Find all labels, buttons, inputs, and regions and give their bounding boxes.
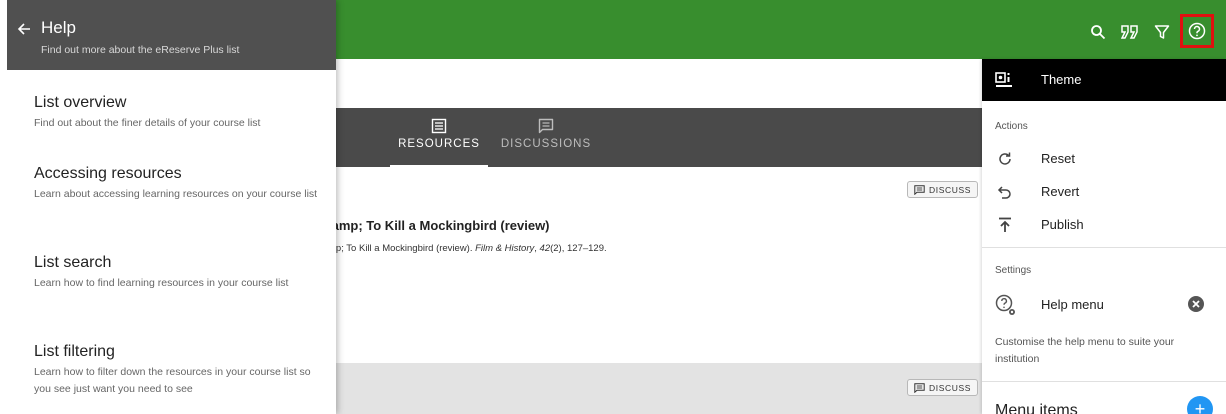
resource-card: DISCUSS (336, 363, 982, 414)
reset-action[interactable]: Reset (982, 142, 1226, 175)
comment-icon (914, 184, 925, 195)
help-item-accessing-resources[interactable]: Accessing resources Learn about accessin… (34, 165, 324, 203)
menu-items-heading: Menu items (995, 402, 1078, 414)
reset-label: Reset (1041, 151, 1075, 166)
back-arrow-icon[interactable] (17, 22, 31, 36)
help-drawer-title: Help (41, 18, 76, 37)
help-item-title: Accessing resources (34, 165, 182, 182)
discuss-label: DISCUSS (929, 382, 971, 393)
search-icon[interactable] (1084, 18, 1112, 46)
revert-label: Revert (1041, 184, 1080, 199)
theme-panel-header: Theme (982, 59, 1226, 101)
citation-journal: Film & History (475, 243, 535, 254)
remove-icon[interactable] (1187, 295, 1205, 313)
help-item-list-search[interactable]: List search Learn how to find learning r… (34, 254, 324, 292)
help-item-title: List filtering (34, 343, 115, 360)
help-drawer-subtitle: Find out more about the eReserve Plus li… (41, 44, 240, 56)
resource-title[interactable]: /amp; To Kill a Mockingbird (review) (328, 218, 550, 233)
help-item-title: List overview (34, 94, 127, 111)
help-item-list-filtering[interactable]: List filtering Learn how to filter down … (34, 343, 324, 398)
divider (982, 247, 1226, 248)
publish-label: Publish (1041, 217, 1084, 232)
resource-card: DISCUSS /amp; To Kill a Mockingbird (rev… (328, 167, 982, 363)
revert-action[interactable]: Revert (982, 175, 1226, 208)
discuss-button[interactable]: DISCUSS (907, 379, 978, 396)
filter-icon[interactable] (1148, 18, 1176, 46)
help-item-description: Find out about the finer details of your… (34, 117, 261, 129)
tab-discussions[interactable]: DISCUSSIONS (491, 108, 601, 167)
citation-issue: (2), 127–129. (550, 243, 607, 254)
theme-panel-title: Theme (1041, 72, 1082, 87)
settings-section-label: Settings (995, 265, 1032, 276)
help-item-description: Learn about accessing learning resources… (34, 188, 318, 200)
list-subheader (336, 59, 982, 108)
add-menu-item-button[interactable]: + (1187, 396, 1213, 414)
top-toolbar (1084, 14, 1214, 48)
theme-icon (995, 72, 1012, 87)
help-menu-label: Help menu (1041, 297, 1104, 312)
tab-resources-label: RESOURCES (398, 138, 480, 150)
undo-icon (997, 186, 1011, 199)
help-menu-description: Customise the help menu to suite your in… (995, 336, 1175, 365)
list-tabs: RESOURCES DISCUSSIONS (336, 108, 982, 167)
tab-resources[interactable]: RESOURCES (390, 108, 488, 167)
comment-icon (914, 382, 925, 393)
discuss-button[interactable]: DISCUSS (907, 181, 978, 198)
publish-action[interactable]: Publish (982, 208, 1226, 241)
help-icon[interactable] (1180, 14, 1214, 48)
help-item-title: List search (34, 254, 112, 271)
publish-icon (999, 217, 1011, 232)
divider (982, 381, 1226, 382)
citation-text: mp; To Kill a Mockingbird (review). (328, 243, 476, 254)
help-item-description: Learn how to find learning resources in … (34, 277, 289, 289)
theme-panel: Theme Actions Reset Revert Publish Setti… (982, 59, 1226, 414)
help-drawer-header: Help Find out more about the eReserve Pl… (7, 0, 336, 70)
help-settings-icon (995, 294, 1015, 315)
quote-icon[interactable] (1116, 18, 1144, 46)
list-icon (431, 118, 447, 134)
refresh-icon (999, 152, 1011, 165)
help-menu-setting[interactable]: Help menu (982, 287, 1226, 323)
citation-volume: 42 (539, 243, 551, 254)
discuss-label: DISCUSS (929, 184, 971, 195)
resource-citation: mp; To Kill a Mockingbird (review). Film… (328, 243, 607, 254)
help-item-list-overview[interactable]: List overview Find out about the finer d… (34, 94, 324, 132)
tab-discussions-label: DISCUSSIONS (500, 138, 592, 150)
help-item-description: Learn how to filter down the resources i… (34, 366, 311, 395)
comment-icon (538, 118, 554, 134)
help-drawer: Help Find out more about the eReserve Pl… (0, 0, 336, 414)
actions-section-label: Actions (995, 121, 1028, 132)
